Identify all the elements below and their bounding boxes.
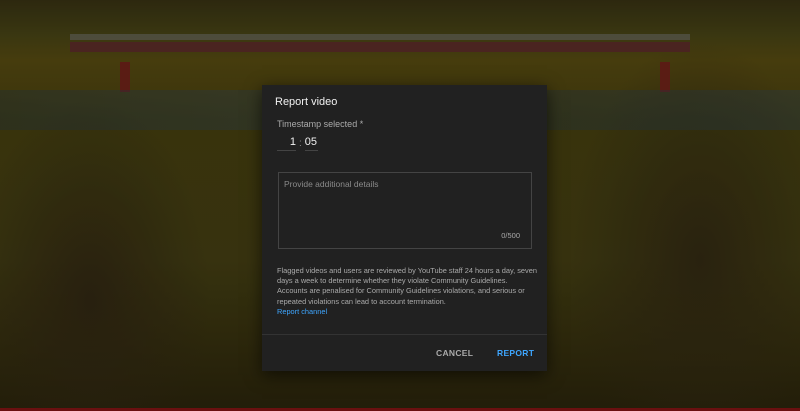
timestamp-separator: :: [299, 138, 302, 149]
info-text: Flagged videos and users are reviewed by…: [277, 266, 537, 306]
info-text-block: Flagged videos and users are reviewed by…: [277, 266, 539, 317]
details-field[interactable]: 0/500: [278, 172, 532, 249]
report-button[interactable]: REPORT: [497, 348, 534, 358]
cancel-button[interactable]: CANCEL: [436, 348, 473, 358]
report-channel-link[interactable]: Report channel: [277, 307, 539, 317]
divider: [262, 334, 547, 335]
background-decoration: [70, 42, 690, 52]
timestamp-seconds-field[interactable]: 05: [304, 136, 318, 151]
background-decoration: [120, 62, 130, 92]
details-input[interactable]: [284, 179, 524, 229]
character-count: 0/500: [501, 231, 520, 240]
background-decoration: [70, 34, 690, 40]
timestamp-label: Timestamp selected *: [277, 119, 364, 129]
dialog-title: Report video: [275, 96, 338, 108]
report-video-dialog: Report video Timestamp selected * 1 : 05…: [262, 85, 547, 371]
timestamp-input: 1 : 05: [277, 136, 318, 151]
timestamp-minutes-field[interactable]: 1: [277, 136, 296, 151]
background-decoration: [660, 62, 670, 92]
